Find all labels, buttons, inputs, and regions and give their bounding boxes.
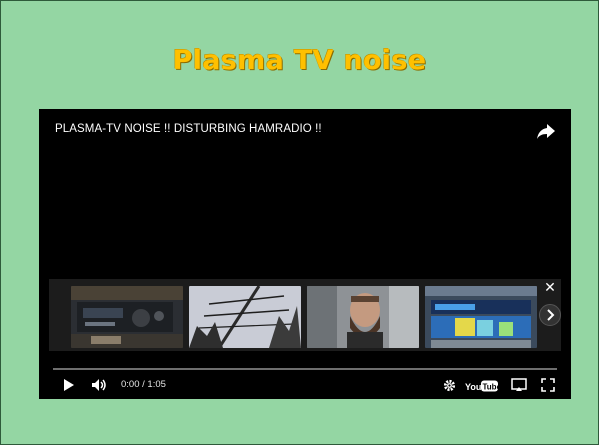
volume-icon[interactable] [91,378,109,397]
related-video-thumbnail[interactable] [71,286,183,348]
youtube-logo[interactable]: You Tube [465,379,502,392]
related-video-thumbnail[interactable] [425,286,537,348]
video-title-link[interactable]: PLASMA-TV NOISE !! DISTURBING HAMRADIO !… [55,123,322,135]
progress-bar[interactable] [53,368,557,370]
svg-text:Tube: Tube [483,383,500,392]
play-icon[interactable] [61,378,75,397]
cast-icon[interactable] [511,378,527,397]
next-related-button[interactable] [539,304,561,326]
share-icon[interactable] [535,121,557,141]
svg-text:You: You [465,382,481,392]
related-video-thumbnail[interactable] [307,286,419,348]
chevron-right-icon [547,309,555,321]
close-related-icon[interactable]: ✕ [543,280,557,294]
fullscreen-icon[interactable] [541,378,555,397]
embedded-video-player[interactable]: PLASMA-TV NOISE !! DISTURBING HAMRADIO !… [39,109,571,399]
related-video-thumbnail[interactable] [189,286,301,348]
time-display: 0:00 / 1:05 [121,379,166,390]
presentation-slide: Plasma TV noise PLASMA-TV NOISE !! DISTU… [0,0,599,445]
player-controls: 0:00 / 1:05 You Tube [39,373,571,397]
gear-icon[interactable] [443,379,456,397]
slide-title: Plasma TV noise [172,45,427,76]
related-videos-strip: ✕ [49,279,561,351]
